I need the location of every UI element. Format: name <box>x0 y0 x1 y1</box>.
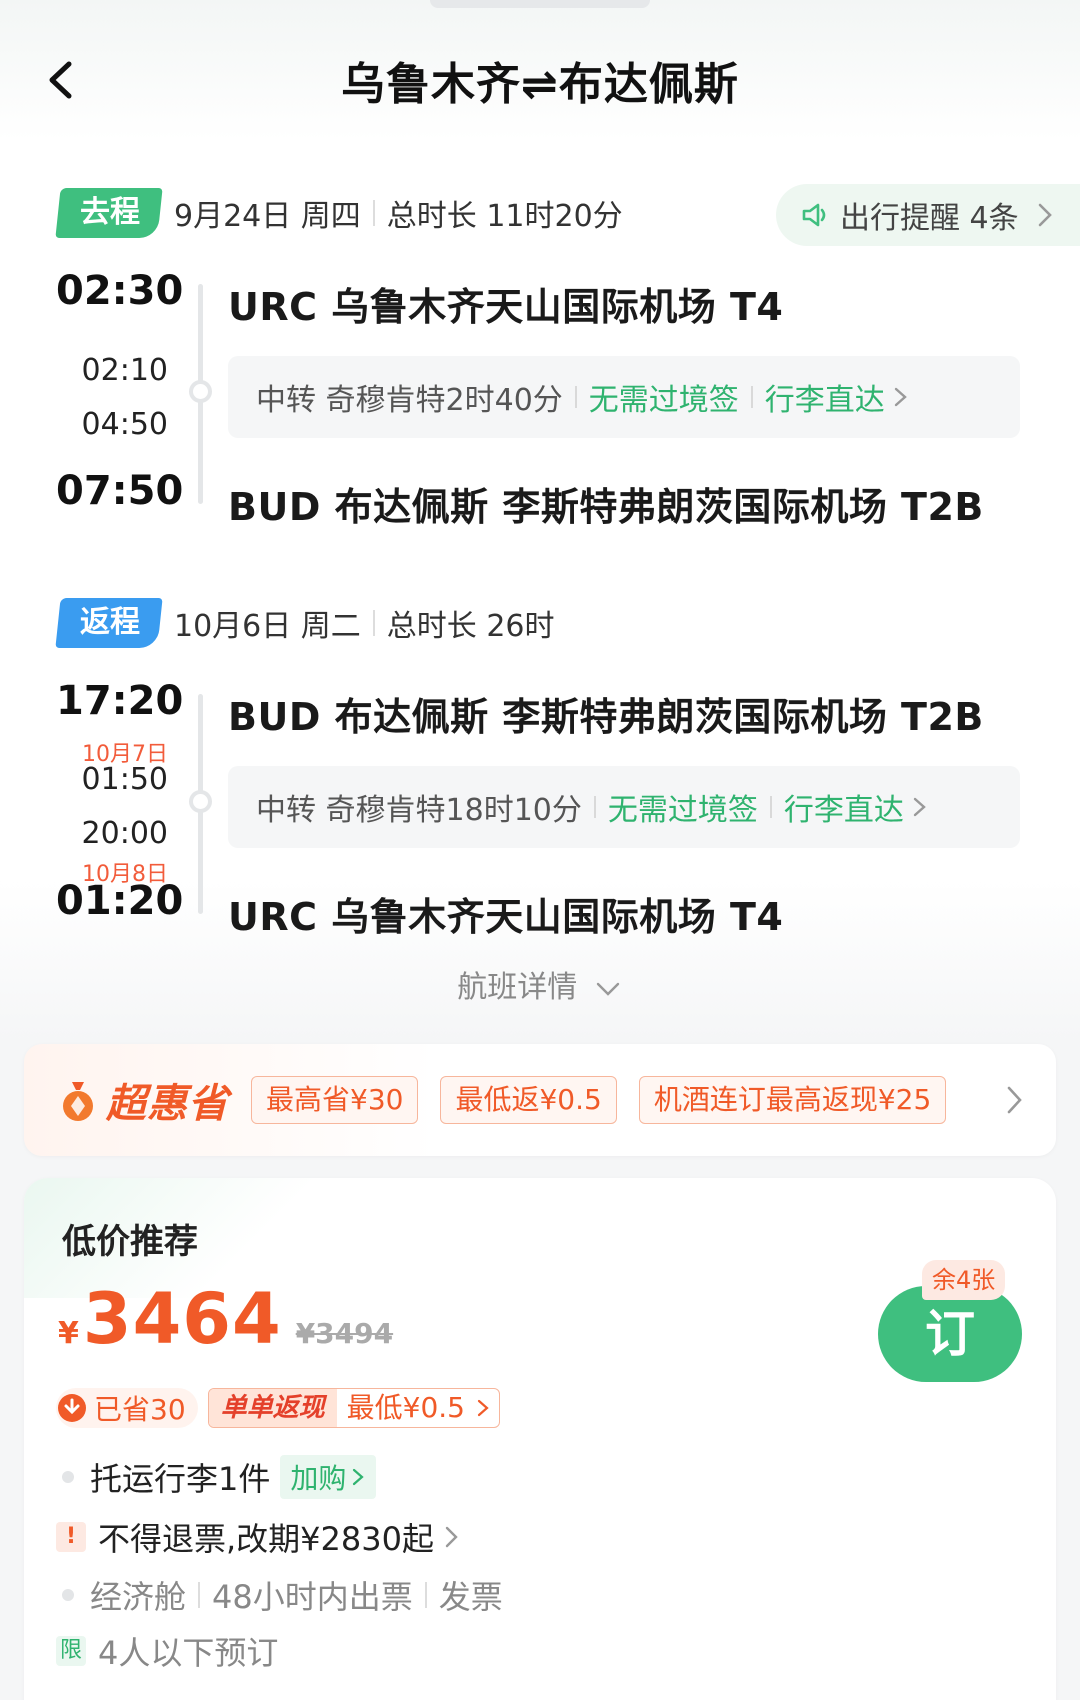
section-title: 低价推荐 <box>62 1222 198 1262</box>
return-date: 10月6日 周二 <box>174 609 361 644</box>
outbound-duration: 总时长 11时20分 <box>386 199 623 234</box>
limit-tag: 限 <box>56 1636 86 1666</box>
timeline-dot <box>189 380 212 403</box>
book-button[interactable]: 订 <box>878 1286 1022 1382</box>
outbound-arrive-airport: BUD 布达佩斯 李斯特弗朗茨国际机场 T2B <box>228 485 984 529</box>
outbound-depart-time: 02:30 <box>56 268 184 314</box>
chevron-down-icon <box>596 982 619 996</box>
speaker-icon <box>802 203 826 227</box>
down-arrow-icon <box>58 1394 86 1422</box>
return-arrive-time: 01:20 <box>56 878 184 924</box>
baggage-row: 托运行李1件 加购 <box>56 1454 377 1500</box>
chevron-right-icon <box>913 797 926 817</box>
promo-chip: 最高省¥30 <box>251 1076 419 1124</box>
outbound-arrive-time: 07:50 <box>56 468 184 514</box>
promo-brand: 超惠省 <box>106 1081 229 1127</box>
saved-badge: 已省30 <box>56 1388 198 1428</box>
chevron-right-icon <box>445 1526 458 1548</box>
outbound-transfer-arrive: 02:10 <box>81 353 168 388</box>
add-baggage-button[interactable]: 加购 <box>280 1455 377 1499</box>
promo-chip: 机酒连订最高返现¥25 <box>638 1076 947 1124</box>
chevron-right-icon <box>477 1399 489 1417</box>
page-title: 乌鲁木齐⇌布达佩斯 <box>341 59 739 110</box>
money-bag-icon <box>63 1082 93 1121</box>
return-transfer-depart: 20:00 <box>81 816 168 851</box>
visa-note: 无需过境签 <box>588 383 739 418</box>
flight-detail-toggle[interactable]: 航班详情 <box>0 962 1080 1006</box>
timeline-dot <box>189 790 212 813</box>
promo-chip: 最低返¥0.5 <box>440 1076 617 1124</box>
booking-limit-row: 限 4人以下预订 <box>56 1628 278 1674</box>
divider <box>372 200 375 226</box>
cabin-class: 经济舱 <box>90 1578 187 1616</box>
return-duration: 总时长 26时 <box>386 609 555 644</box>
outbound-transfer-depart: 04:50 <box>81 407 168 442</box>
baggage-note: 行李直达 <box>783 793 904 828</box>
promo-banner[interactable]: 超惠省 最高省¥30 最低返¥0.5 机酒连订最高返现¥25 <box>24 1044 1056 1156</box>
invoice-label: 发票 <box>438 1578 503 1616</box>
price: ¥ 3464 ¥3494 <box>58 1278 393 1360</box>
chevron-right-icon <box>1038 203 1052 227</box>
travel-reminder-label: 出行提醒 4条 <box>840 201 1019 236</box>
cabin-row: 经济舱 48小时内出票 发票 <box>56 1572 503 1618</box>
cashback-badge[interactable]: 单单返现 最低¥0.5 <box>207 1388 501 1428</box>
chevron-right-icon <box>353 1468 365 1486</box>
outbound-header: 去程 9月24日 周四 总时长 11时20分 <box>55 186 623 240</box>
price-value: 3464 <box>82 1278 282 1360</box>
return-tag: 返程 <box>55 598 163 648</box>
outbound-depart-airport: URC 乌鲁木齐天山国际机场 T4 <box>228 285 784 329</box>
visa-note: 无需过境签 <box>607 793 758 828</box>
offer-card: 低价推荐 ¥ 3464 ¥3494 订 余4张 已省30 单单返现 最低¥0.5… <box>24 1178 1056 1700</box>
header: 乌鲁木齐⇌布达佩斯 <box>0 0 1080 160</box>
outbound-transfer-info[interactable]: 中转 奇穆肯特2时40分 无需过境签 行李直达 <box>228 356 1020 438</box>
refund-policy-row[interactable]: ! 不得退票,改期¥2830起 <box>56 1514 462 1560</box>
return-transfer-info[interactable]: 中转 奇穆肯特18时10分 无需过境签 行李直达 <box>228 766 1020 848</box>
return-arrive-airport: URC 乌鲁木齐天山国际机场 T4 <box>228 895 784 939</box>
return-header: 返程 10月6日 周二 总时长 26时 <box>55 596 555 650</box>
return-transfer-arrive: 01:50 <box>81 762 168 797</box>
remaining-tickets-badge: 余4张 <box>922 1260 1006 1300</box>
status-indicator <box>430 0 650 8</box>
divider <box>372 610 375 636</box>
travel-reminder-button[interactable]: 出行提醒 4条 <box>776 184 1080 246</box>
ticketing-time: 48小时内出票 <box>212 1578 413 1616</box>
return-depart-airport: BUD 布达佩斯 李斯特弗朗茨国际机场 T2B <box>228 695 984 739</box>
currency-symbol: ¥ <box>58 1316 79 1351</box>
chevron-right-icon <box>1007 1086 1022 1114</box>
warning-icon: ! <box>56 1522 86 1552</box>
outbound-tag: 去程 <box>55 188 163 238</box>
baggage-note: 行李直达 <box>764 383 885 418</box>
original-price: ¥3494 <box>295 1317 394 1350</box>
chevron-right-icon <box>894 387 907 407</box>
return-depart-time: 17:20 <box>56 678 184 724</box>
outbound-date: 9月24日 周四 <box>174 199 361 234</box>
